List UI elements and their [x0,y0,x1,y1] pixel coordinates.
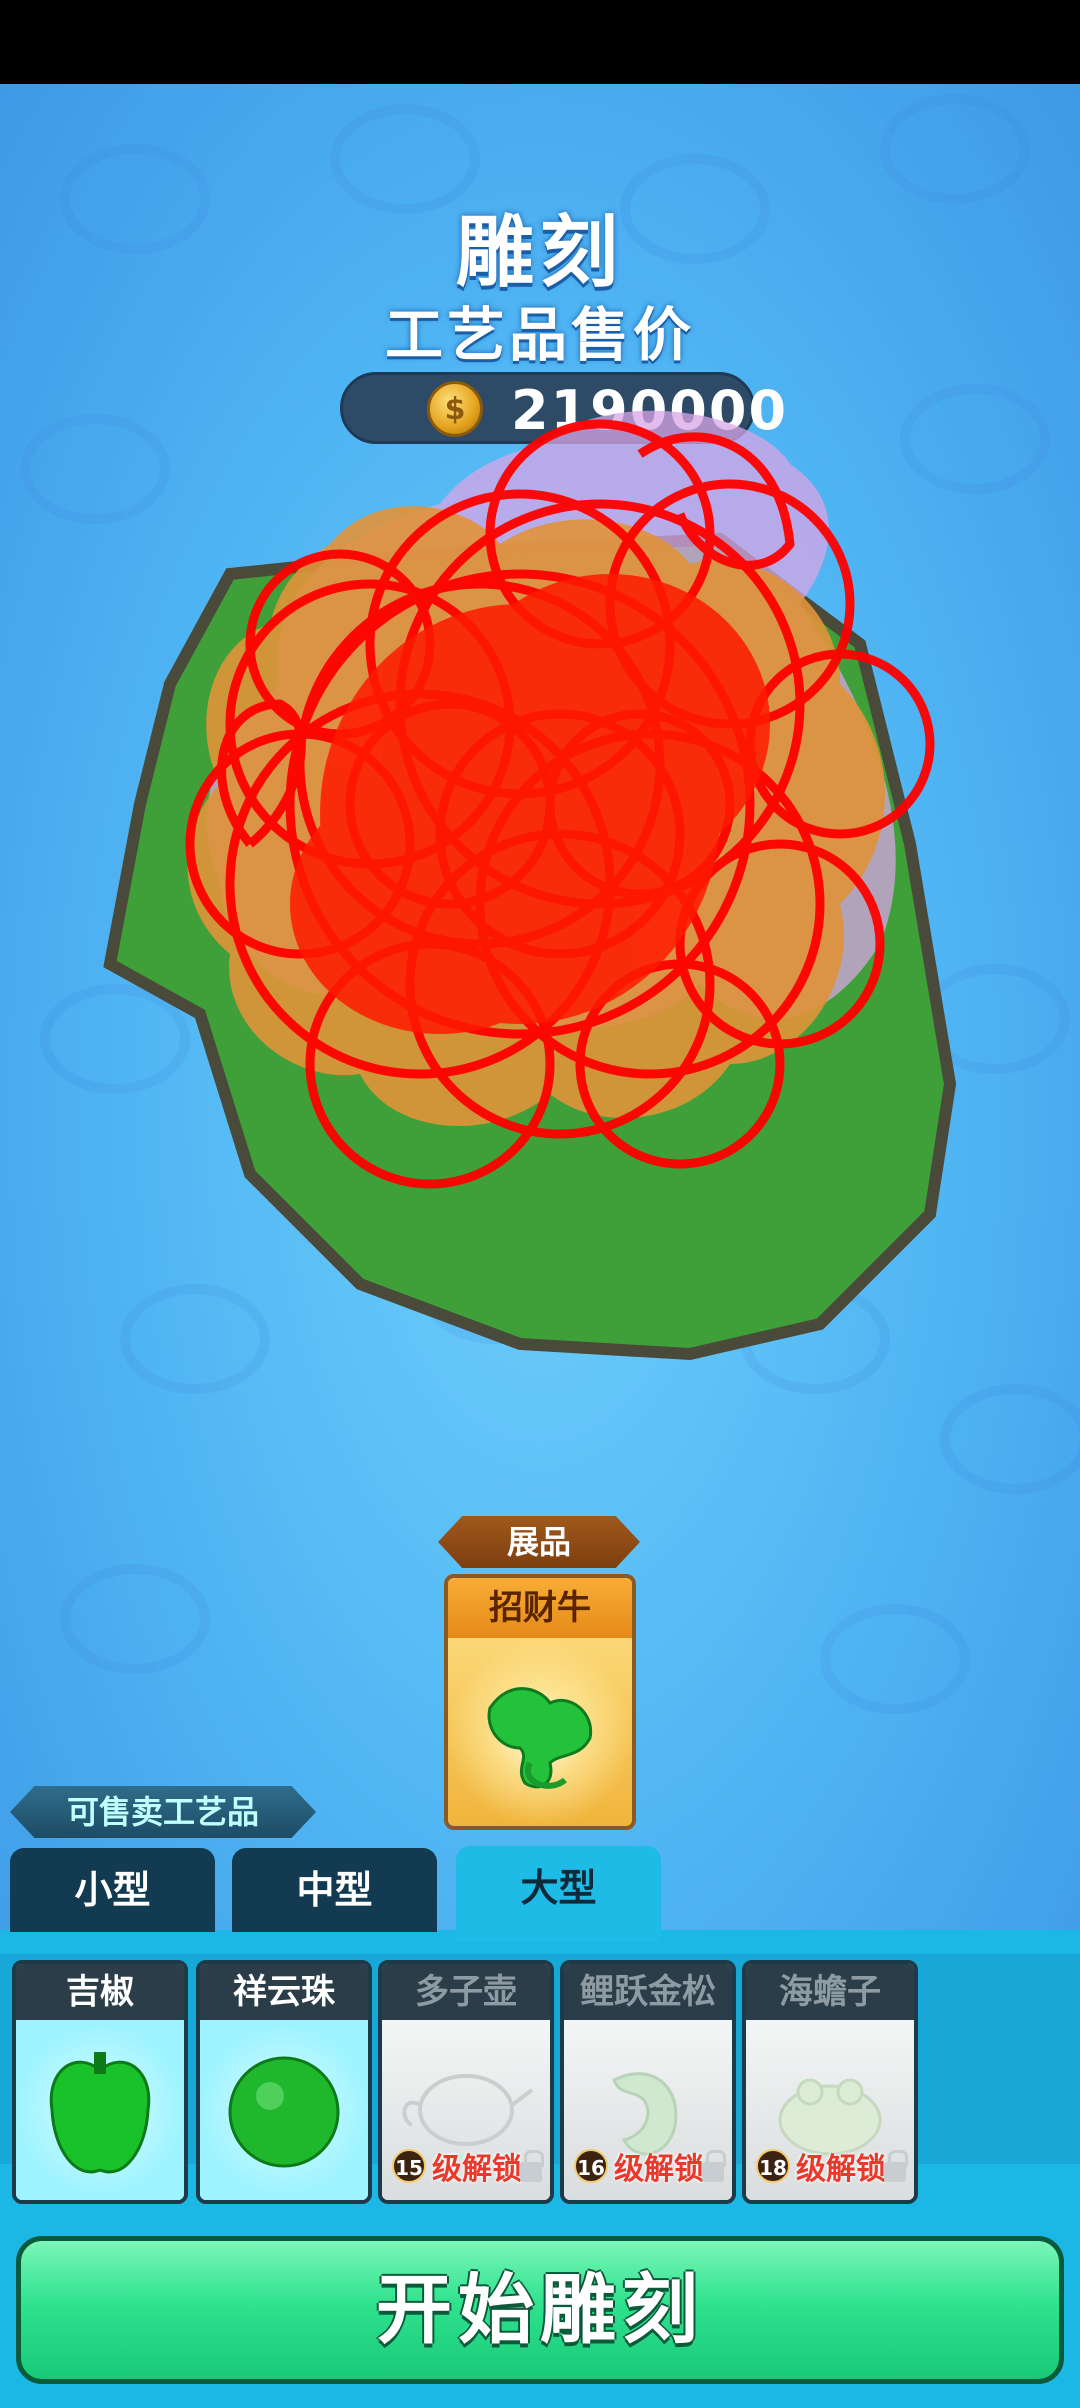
craft-item-name: 祥云珠 [200,1964,368,2020]
level-badge: 15 [392,2149,426,2183]
craft-item-carp[interactable]: 鲤跃金松 16 级解锁 [560,1960,736,2204]
craft-item-name: 吉椒 [16,1964,184,2020]
unlock-level: 15 级解锁 [392,2146,522,2187]
exhibit-card[interactable]: 招财牛 [444,1574,636,1830]
craft-item-image [200,2020,368,2200]
sellable-crafts-label: 可售卖工艺品 [10,1786,316,1838]
craft-item-toad[interactable]: 海蟾子 18 级解锁 [742,1960,918,2204]
jade-ball-icon [228,2056,340,2168]
exhibit-name: 招财牛 [448,1578,632,1638]
lock-icon [520,2150,544,2182]
lock-icon [884,2150,908,2182]
unlock-text: 级解锁 [614,2152,704,2187]
unlock-level: 18 级解锁 [756,2146,886,2187]
jade-ox-icon [487,1687,593,1789]
craft-item-name: 多子壶 [382,1964,550,2020]
craft-item-image [16,2020,184,2200]
tab-small[interactable]: 小型 [10,1848,215,1932]
exhibit-label: 展品 [438,1516,640,1568]
lock-icon [702,2150,726,2182]
status-bar [0,0,1080,84]
unlock-level: 16 级解锁 [574,2146,704,2187]
craft-item-cloud-pearl[interactable]: 祥云珠 [196,1960,372,2204]
tab-large[interactable]: 大型 [456,1846,661,1942]
unlock-text: 级解锁 [796,2152,886,2187]
carving-canvas[interactable] [0,84,1080,1384]
level-badge: 18 [756,2149,790,2183]
craft-item-pepper[interactable]: 吉椒 [12,1960,188,2204]
start-carving-button[interactable]: 开始雕刻 [16,2236,1064,2384]
jade-pepper-icon [49,2052,151,2174]
level-badge: 16 [574,2149,608,2183]
tab-medium[interactable]: 中型 [232,1848,437,1932]
unlock-text: 级解锁 [432,2152,522,2187]
craft-item-teapot[interactable]: 多子壶 15 级解锁 [378,1960,554,2204]
craft-item-name: 海蟾子 [746,1964,914,2020]
craft-item-name: 鲤跃金松 [564,1964,732,2020]
